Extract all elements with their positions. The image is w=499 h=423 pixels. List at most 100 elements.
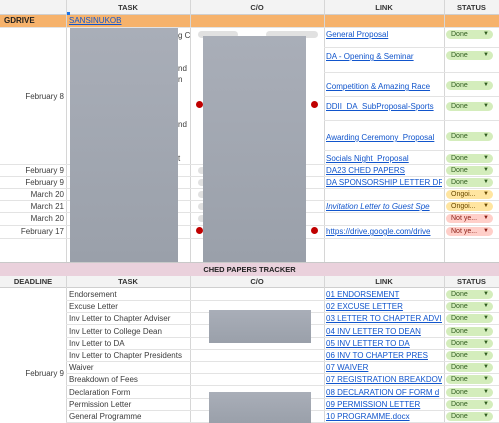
deadline-cell: March 21	[30, 202, 64, 211]
link-cell[interactable]: DA - Opening & Seminar	[326, 51, 442, 63]
status-dropdown[interactable]: Done ▼	[446, 51, 493, 60]
chevron-down-icon: ▼	[483, 315, 489, 321]
grid-line	[66, 0, 67, 262]
status-dropdown[interactable]: Ongoi... ▼	[446, 190, 493, 199]
status-dropdown[interactable]: Done ▼	[446, 102, 493, 111]
chevron-down-icon: ▼	[483, 352, 489, 358]
chevron-down-icon: ▼	[483, 228, 489, 234]
deadline-cell: February 17	[20, 227, 64, 236]
tracker-title: CHED PAPERS TRACKER	[203, 265, 296, 274]
chevron-down-icon: ▼	[483, 52, 489, 58]
link-cell[interactable]: 07 WAIVER	[326, 362, 442, 374]
chevron-down-icon: ▼	[483, 179, 489, 185]
link-cell[interactable]: 10 PROGRAMME.docx	[326, 411, 442, 423]
chevron-down-icon: ▼	[483, 133, 489, 139]
status-dropdown[interactable]: Done ▼	[446, 363, 493, 372]
task-cell-fragment: t	[178, 154, 181, 163]
status-dropdown[interactable]: Done ▼	[446, 302, 493, 311]
link-cell[interactable]: DA SPONSORSHIP LETTER DR	[326, 177, 442, 189]
status-dropdown[interactable]: Done ▼	[446, 290, 493, 299]
status-dropdown[interactable]: Done ▼	[446, 375, 493, 384]
deadline-cell: March 20	[30, 214, 64, 223]
task-cell: General Programme	[69, 412, 142, 421]
status-dropdown[interactable]: Done ▼	[446, 154, 493, 163]
gdrive-label: GDRIVE	[4, 16, 35, 25]
chevron-down-icon: ▼	[483, 203, 489, 209]
task-cell: Breakdown of Fees	[69, 375, 138, 384]
status-dropdown[interactable]: Ongoi... ▼	[446, 202, 493, 211]
row-line	[324, 120, 499, 121]
chevron-down-icon: ▼	[483, 303, 489, 309]
task-cell: Declaration Form	[69, 388, 131, 397]
redacted-region	[203, 36, 306, 262]
header-co[interactable]: C/O	[190, 276, 324, 288]
status-dropdown[interactable]: Done ▼	[446, 388, 493, 397]
chevron-down-icon: ▼	[483, 328, 489, 334]
status-dropdown[interactable]: Done ▼	[446, 400, 493, 409]
header-task[interactable]: TASK	[66, 276, 190, 288]
link-cell[interactable]: 08 DECLARATION OF FORM d	[326, 387, 442, 399]
status-marker-icon	[196, 101, 203, 108]
link-cell[interactable]: 04 INV LETTER TO DEAN	[326, 326, 442, 338]
status-dropdown[interactable]: Done ▼	[446, 132, 493, 141]
chevron-down-icon: ▼	[483, 215, 489, 221]
row-line	[324, 47, 499, 48]
link-cell[interactable]: 01 ENDORSEMENT	[326, 289, 442, 301]
row-line	[324, 150, 499, 151]
status-marker-icon	[196, 227, 203, 234]
link-cell[interactable]: Socials Night_Proposal	[326, 153, 442, 165]
status-dropdown[interactable]: Done ▼	[446, 412, 493, 421]
task-cell: Excuse Letter	[69, 302, 118, 311]
header-status[interactable]: STATUS	[444, 276, 499, 288]
task-cell-fragment: g Co	[178, 31, 190, 40]
redacted-region	[209, 392, 311, 423]
link-cell[interactable]: 02 EXCUSE LETTER	[326, 301, 442, 313]
status-dropdown[interactable]: Done ▼	[446, 166, 493, 175]
status-dropdown[interactable]: Done ▼	[446, 314, 493, 323]
chevron-down-icon: ▼	[483, 31, 489, 37]
link-cell[interactable]: 06 INV TO CHAPTER PRES	[326, 350, 442, 362]
link-cell[interactable]: https://drive.google.com/drive	[326, 226, 442, 238]
header-co[interactable]: C/O	[190, 2, 324, 14]
redacted-region	[209, 310, 311, 343]
row-line	[324, 96, 499, 97]
status-dropdown[interactable]: Done ▼	[446, 339, 493, 348]
chevron-down-icon: ▼	[483, 389, 489, 395]
status-dropdown[interactable]: Done ▼	[446, 327, 493, 336]
status-marker-icon	[311, 227, 318, 234]
chevron-down-icon: ▼	[483, 413, 489, 419]
header-deadline[interactable]: DEADLINE	[0, 276, 66, 288]
link-cell[interactable]: DA23 CHED PAPERS	[326, 165, 442, 177]
deadline-cell: February 9	[25, 369, 64, 378]
link-cell[interactable]: DDII_DA_SubProposal-Sports	[326, 101, 442, 113]
status-dropdown[interactable]: Not ye... ▼	[446, 214, 493, 223]
chevron-down-icon: ▼	[483, 155, 489, 161]
task-cell-fragment: nd	[178, 120, 187, 129]
header-link[interactable]: LINK	[324, 2, 444, 14]
task-cell: Waiver	[69, 363, 94, 372]
chevron-down-icon: ▼	[483, 376, 489, 382]
link-cell[interactable]: Awarding Ceremony_Proposal	[326, 132, 442, 144]
link-cell[interactable]: 09 PERMISSION LETTER	[326, 399, 442, 411]
header-status[interactable]: STATUS	[444, 2, 499, 14]
gdrive-link[interactable]: SANSINUKOB	[69, 15, 189, 27]
status-dropdown[interactable]: Not ye... ▼	[446, 227, 493, 236]
status-dropdown[interactable]: Done ▼	[446, 30, 493, 39]
link-cell[interactable]: Competition & Amazing Race	[326, 81, 442, 93]
header-task[interactable]: TASK	[66, 2, 190, 14]
link-cell[interactable]: 03 LETTER TO CHAPTER ADVIS	[326, 313, 442, 325]
grid-line	[324, 0, 325, 262]
link-cell[interactable]: 07 REGISTRATION BREAKDOW	[326, 374, 442, 386]
header-link[interactable]: LINK	[324, 276, 444, 288]
status-dropdown[interactable]: Done ▼	[446, 81, 493, 90]
link-cell[interactable]: 05 INV LETTER TO DA	[326, 338, 442, 350]
row-line	[324, 72, 499, 73]
status-dropdown[interactable]: Done ▼	[446, 178, 493, 187]
chevron-down-icon: ▼	[483, 401, 489, 407]
link-cell[interactable]: Invitation Letter to Guest Spe	[326, 201, 442, 213]
task-cell: Inv Letter to College Dean	[69, 327, 162, 336]
status-dropdown[interactable]: Done ▼	[446, 351, 493, 360]
task-cell: Inv Letter to Chapter Adviser	[69, 314, 171, 323]
redacted-region	[70, 28, 178, 262]
link-cell[interactable]: General Proposal	[326, 29, 442, 41]
